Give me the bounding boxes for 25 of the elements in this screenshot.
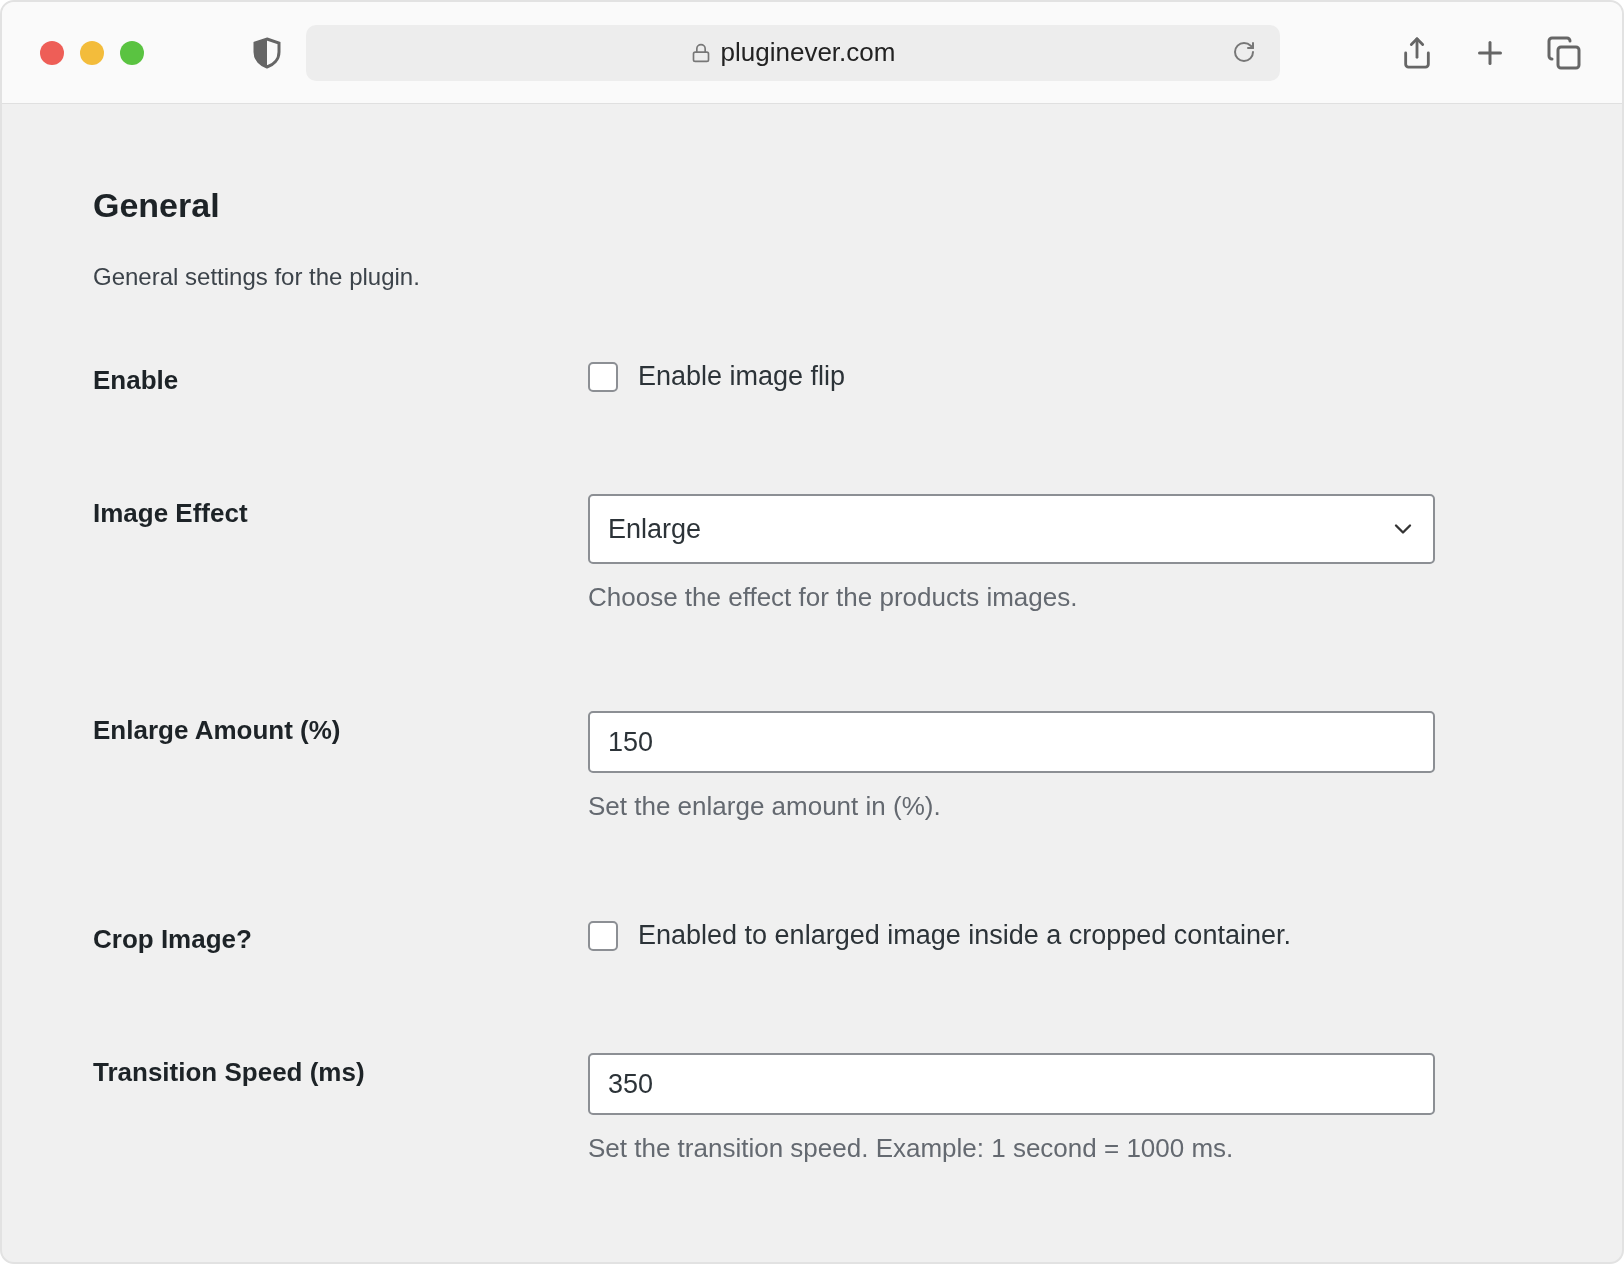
field-label: Enlarge Amount (%) (93, 714, 342, 746)
checkbox-label: Enabled to enlarged image inside a cropped container. (638, 920, 1291, 951)
input-field[interactable]: 150 (588, 711, 1435, 773)
lock-icon (690, 42, 711, 63)
field-label: Enable (93, 364, 180, 396)
section-description: General settings for the plugin. (93, 263, 421, 291)
select-dropdown[interactable]: Enlarge (588, 494, 1435, 564)
field-hint: Set the transition speed. Example: 1 second = 1000 ms. (588, 1133, 1235, 1164)
checkbox-label: Enable image flip (638, 361, 846, 392)
shield-icon[interactable] (252, 36, 282, 69)
field-label: Transition Speed (ms) (93, 1056, 366, 1088)
field-hint: Choose the effect for the products images. (588, 582, 1079, 613)
close-button[interactable] (40, 40, 64, 65)
reload-icon[interactable] (1232, 39, 1256, 64)
section-title: General (93, 186, 221, 225)
checkbox[interactable] (588, 361, 618, 392)
input-field[interactable]: 350 (588, 1053, 1435, 1115)
zoom-button[interactable] (120, 40, 144, 65)
tabs-icon[interactable] (1546, 34, 1582, 71)
field-hint: Set the enlarge amount in (%). (588, 791, 942, 822)
address-bar[interactable]: pluginever.com (306, 24, 1280, 81)
field-label: Crop Image? (93, 923, 253, 955)
field-label: Image Effect (93, 497, 249, 529)
url-text: pluginever.com (720, 37, 896, 68)
checkbox[interactable] (588, 920, 618, 951)
